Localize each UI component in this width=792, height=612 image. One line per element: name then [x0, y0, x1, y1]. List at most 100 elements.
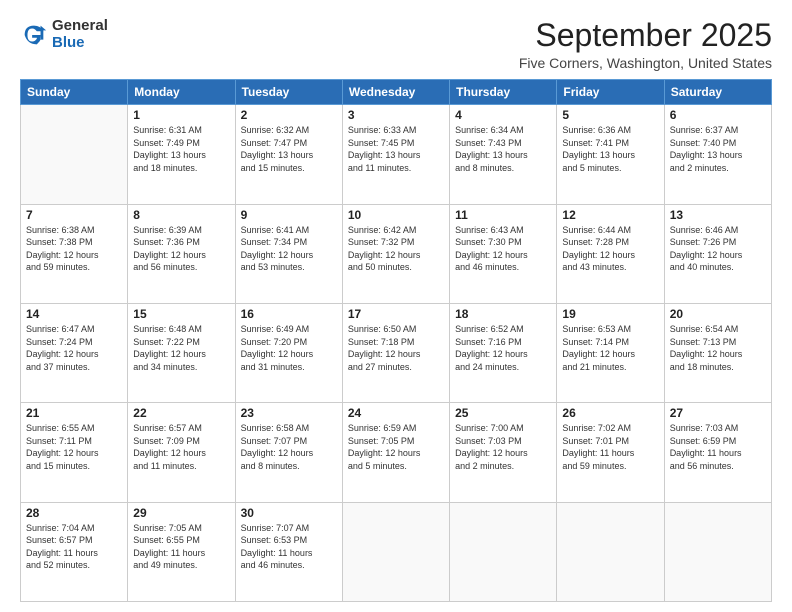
table-row: 3 Sunrise: 6:33 AM Sunset: 7:45 PM Daylig…: [342, 105, 449, 204]
day-info: Sunrise: 6:39 AM Sunset: 7:36 PM Dayligh…: [133, 224, 229, 274]
table-row: 28 Sunrise: 7:04 AM Sunset: 6:57 PM Dayli…: [21, 502, 128, 601]
day-info: Sunrise: 7:04 AM Sunset: 6:57 PM Dayligh…: [26, 522, 122, 572]
day-info: Sunrise: 6:34 AM Sunset: 7:43 PM Dayligh…: [455, 124, 551, 174]
table-row: [21, 105, 128, 204]
day-info: Sunrise: 6:44 AM Sunset: 7:28 PM Dayligh…: [562, 224, 658, 274]
day-info: Sunrise: 6:42 AM Sunset: 7:32 PM Dayligh…: [348, 224, 444, 274]
day-info: Sunrise: 6:38 AM Sunset: 7:38 PM Dayligh…: [26, 224, 122, 274]
day-number: 6: [670, 108, 766, 122]
day-number: 20: [670, 307, 766, 321]
calendar-table: Sunday Monday Tuesday Wednesday Thursday…: [20, 79, 772, 602]
day-number: 9: [241, 208, 337, 222]
day-info: Sunrise: 7:05 AM Sunset: 6:55 PM Dayligh…: [133, 522, 229, 572]
day-info: Sunrise: 7:00 AM Sunset: 7:03 PM Dayligh…: [455, 422, 551, 472]
day-number: 10: [348, 208, 444, 222]
day-info: Sunrise: 6:59 AM Sunset: 7:05 PM Dayligh…: [348, 422, 444, 472]
day-number: 21: [26, 406, 122, 420]
day-info: Sunrise: 6:36 AM Sunset: 7:41 PM Dayligh…: [562, 124, 658, 174]
table-row: 9 Sunrise: 6:41 AM Sunset: 7:34 PM Daylig…: [235, 204, 342, 303]
day-info: Sunrise: 6:50 AM Sunset: 7:18 PM Dayligh…: [348, 323, 444, 373]
table-row: 24 Sunrise: 6:59 AM Sunset: 7:05 PM Dayli…: [342, 403, 449, 502]
day-info: Sunrise: 7:03 AM Sunset: 6:59 PM Dayligh…: [670, 422, 766, 472]
calendar-week-row: 28 Sunrise: 7:04 AM Sunset: 6:57 PM Dayli…: [21, 502, 772, 601]
header-thursday: Thursday: [450, 80, 557, 105]
day-info: Sunrise: 6:55 AM Sunset: 7:11 PM Dayligh…: [26, 422, 122, 472]
day-number: 1: [133, 108, 229, 122]
day-info: Sunrise: 6:48 AM Sunset: 7:22 PM Dayligh…: [133, 323, 229, 373]
logo: General Blue: [20, 18, 108, 51]
day-info: Sunrise: 6:49 AM Sunset: 7:20 PM Dayligh…: [241, 323, 337, 373]
day-number: 12: [562, 208, 658, 222]
table-row: [342, 502, 449, 601]
day-number: 30: [241, 506, 337, 520]
calendar-week-row: 7 Sunrise: 6:38 AM Sunset: 7:38 PM Daylig…: [21, 204, 772, 303]
day-number: 24: [348, 406, 444, 420]
day-number: 27: [670, 406, 766, 420]
day-info: Sunrise: 6:41 AM Sunset: 7:34 PM Dayligh…: [241, 224, 337, 274]
logo-blue-text: Blue: [52, 35, 108, 52]
day-info: Sunrise: 7:07 AM Sunset: 6:53 PM Dayligh…: [241, 522, 337, 572]
table-row: 18 Sunrise: 6:52 AM Sunset: 7:16 PM Dayli…: [450, 303, 557, 402]
page: General Blue September 2025 Five Corners…: [0, 0, 792, 612]
day-info: Sunrise: 6:53 AM Sunset: 7:14 PM Dayligh…: [562, 323, 658, 373]
location-title: Five Corners, Washington, United States: [519, 55, 772, 71]
day-number: 19: [562, 307, 658, 321]
day-number: 14: [26, 307, 122, 321]
day-number: 18: [455, 307, 551, 321]
table-row: [450, 502, 557, 601]
day-info: Sunrise: 6:33 AM Sunset: 7:45 PM Dayligh…: [348, 124, 444, 174]
table-row: [664, 502, 771, 601]
day-number: 17: [348, 307, 444, 321]
table-row: 26 Sunrise: 7:02 AM Sunset: 7:01 PM Dayli…: [557, 403, 664, 502]
day-info: Sunrise: 7:02 AM Sunset: 7:01 PM Dayligh…: [562, 422, 658, 472]
day-info: Sunrise: 6:54 AM Sunset: 7:13 PM Dayligh…: [670, 323, 766, 373]
header-wednesday: Wednesday: [342, 80, 449, 105]
table-row: 22Sunrise: 6:57 AM Sunset: 7:09 PM Dayli…: [128, 403, 235, 502]
day-number: 11: [455, 208, 551, 222]
table-row: 20 Sunrise: 6:54 AM Sunset: 7:13 PM Dayli…: [664, 303, 771, 402]
day-number: 26: [562, 406, 658, 420]
day-number: 22: [133, 406, 229, 420]
day-info: Sunrise: 6:52 AM Sunset: 7:16 PM Dayligh…: [455, 323, 551, 373]
table-row: 14 Sunrise: 6:47 AM Sunset: 7:24 PM Dayli…: [21, 303, 128, 402]
day-info: Sunrise: 6:31 AM Sunset: 7:49 PM Dayligh…: [133, 124, 229, 174]
calendar-week-row: 14 Sunrise: 6:47 AM Sunset: 7:24 PM Dayli…: [21, 303, 772, 402]
table-row: 21 Sunrise: 6:55 AM Sunset: 7:11 PM Dayli…: [21, 403, 128, 502]
table-row: 1 Sunrise: 6:31 AM Sunset: 7:49 PM Daylig…: [128, 105, 235, 204]
table-row: 2 Sunrise: 6:32 AM Sunset: 7:47 PM Daylig…: [235, 105, 342, 204]
table-row: 23 Sunrise: 6:58 AM Sunset: 7:07 PM Dayli…: [235, 403, 342, 502]
table-row: 13Sunrise: 6:46 AM Sunset: 7:26 PM Dayli…: [664, 204, 771, 303]
day-number: 23: [241, 406, 337, 420]
day-number: 15: [133, 307, 229, 321]
header-friday: Friday: [557, 80, 664, 105]
table-row: 15 Sunrise: 6:48 AM Sunset: 7:22 PM Dayli…: [128, 303, 235, 402]
day-info: Sunrise: 6:58 AM Sunset: 7:07 PM Dayligh…: [241, 422, 337, 472]
day-info: Sunrise: 6:37 AM Sunset: 7:40 PM Dayligh…: [670, 124, 766, 174]
header-sunday: Sunday: [21, 80, 128, 105]
day-number: 28: [26, 506, 122, 520]
header-saturday: Saturday: [664, 80, 771, 105]
calendar-week-row: 21 Sunrise: 6:55 AM Sunset: 7:11 PM Dayli…: [21, 403, 772, 502]
table-row: 7 Sunrise: 6:38 AM Sunset: 7:38 PM Daylig…: [21, 204, 128, 303]
table-row: 29Sunrise: 7:05 AM Sunset: 6:55 PM Dayli…: [128, 502, 235, 601]
day-number: 3: [348, 108, 444, 122]
table-row: [557, 502, 664, 601]
day-number: 2: [241, 108, 337, 122]
table-row: 4 Sunrise: 6:34 AM Sunset: 7:43 PM Daylig…: [450, 105, 557, 204]
day-number: 16: [241, 307, 337, 321]
day-number: 4: [455, 108, 551, 122]
table-row: 25Sunrise: 7:00 AM Sunset: 7:03 PM Dayli…: [450, 403, 557, 502]
day-info: Sunrise: 6:32 AM Sunset: 7:47 PM Dayligh…: [241, 124, 337, 174]
table-row: 19 Sunrise: 6:53 AM Sunset: 7:14 PM Dayli…: [557, 303, 664, 402]
month-title: September 2025: [519, 18, 772, 53]
logo-icon: [20, 21, 48, 49]
logo-general-text: General: [52, 18, 108, 35]
table-row: 17 Sunrise: 6:50 AM Sunset: 7:18 PM Dayli…: [342, 303, 449, 402]
table-row: 8Sunrise: 6:39 AM Sunset: 7:36 PM Daylig…: [128, 204, 235, 303]
day-info: Sunrise: 6:43 AM Sunset: 7:30 PM Dayligh…: [455, 224, 551, 274]
header-monday: Monday: [128, 80, 235, 105]
day-number: 7: [26, 208, 122, 222]
calendar-header-row: Sunday Monday Tuesday Wednesday Thursday…: [21, 80, 772, 105]
day-info: Sunrise: 6:47 AM Sunset: 7:24 PM Dayligh…: [26, 323, 122, 373]
day-number: 13: [670, 208, 766, 222]
